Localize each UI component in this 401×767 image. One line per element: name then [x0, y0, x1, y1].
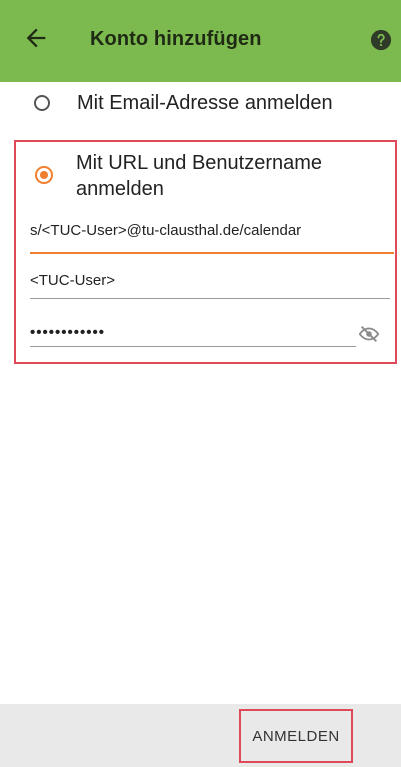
arrow-left-icon[interactable] — [22, 24, 50, 52]
radio-unselected-icon[interactable] — [34, 95, 50, 111]
password-input[interactable]: •••••••••••• — [30, 324, 356, 347]
username-input[interactable]: <TUC-User> — [30, 272, 390, 299]
help-circle-icon[interactable] — [370, 29, 392, 51]
option-url-label[interactable]: Mit URL und Benutzername anmelden — [76, 150, 396, 202]
option-url-login-panel: Mit URL und Benutzername anmelden s/<TUC… — [14, 140, 397, 364]
eye-off-icon[interactable] — [358, 323, 380, 345]
login-button[interactable]: ANMELDEN — [239, 709, 353, 763]
url-input[interactable]: s/<TUC-User>@tu-clausthal.de/calendar — [30, 222, 394, 254]
option-email-label: Mit Email-Adresse anmelden — [77, 92, 333, 114]
app-bar: Konto hinzufügen — [0, 0, 401, 82]
page-title: Konto hinzufügen — [90, 28, 262, 50]
radio-selected-icon[interactable] — [35, 166, 53, 184]
option-email-login[interactable]: Mit Email-Adresse anmelden — [34, 92, 394, 122]
